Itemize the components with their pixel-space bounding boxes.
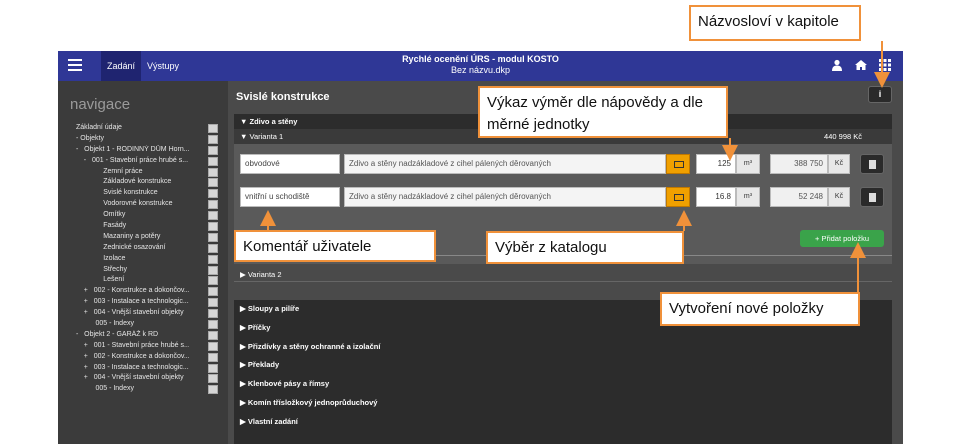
- callout-arrows: [260, 41, 890, 292]
- callout-komentar: Komentář uživatele: [234, 230, 436, 262]
- callout-nova: Vytvoření nové položky: [660, 292, 860, 326]
- callout-vykaz: Výkaz výměr dle nápovědy a dle měrné jed…: [478, 86, 728, 138]
- callout-vyber: Výběr z katalogu: [486, 231, 684, 264]
- callout-nazvoslovi: Názvosloví v kapitole: [689, 5, 861, 41]
